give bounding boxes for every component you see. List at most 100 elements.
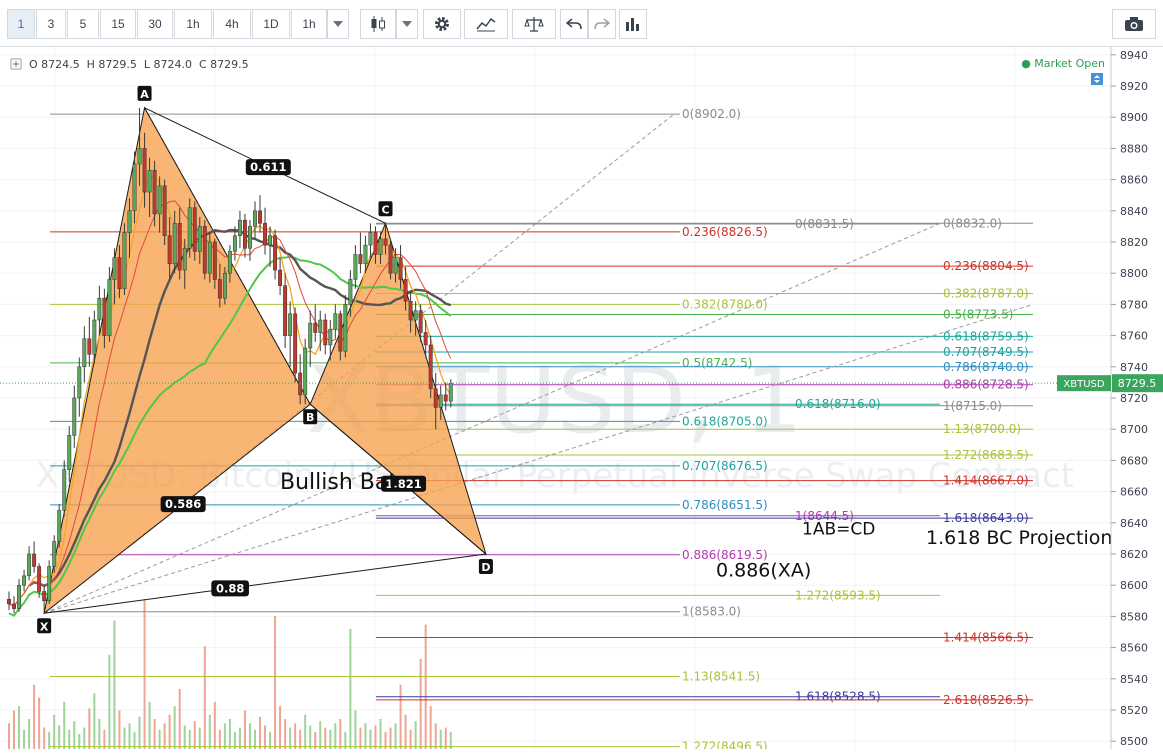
candle-body [343, 304, 348, 352]
candle-body [443, 394, 448, 402]
candle-body [32, 553, 37, 567]
legend-toggle-icon[interactable] [10, 58, 22, 70]
candle-body [202, 226, 207, 274]
candle-body [243, 219, 247, 249]
axis-tick-label: 8600 [1120, 579, 1148, 592]
candle-body [197, 226, 202, 252]
indicators-button[interactable] [464, 9, 508, 39]
volume-bar [444, 727, 447, 749]
fib-xa-level-label: 0.236(8826.5) [682, 225, 768, 239]
axis-tick-label: 8880 [1120, 142, 1148, 155]
candle-body [227, 251, 232, 274]
volume-bar [53, 714, 56, 749]
volume-bar [354, 710, 357, 749]
annotation-text: 1AB=CD [802, 519, 875, 539]
volume-bar [88, 708, 91, 749]
chart-type-button[interactable] [360, 9, 396, 39]
volume-bar [279, 706, 282, 749]
volume-bar [349, 629, 352, 749]
interval-1[interactable]: 1 [7, 9, 35, 39]
volume-bar [243, 710, 246, 749]
axis-tick-label: 8660 [1120, 486, 1148, 499]
volume-bar [389, 727, 392, 749]
volume-bar [339, 719, 342, 749]
volume-bar [73, 721, 76, 749]
candle-body [328, 329, 333, 346]
volume-bar [58, 725, 61, 749]
pattern-point-a: A [137, 85, 152, 101]
snapshot-button[interactable] [1112, 9, 1156, 39]
volume-bar [218, 729, 221, 749]
interval-1d[interactable]: 1D [252, 9, 290, 39]
bars-button[interactable] [619, 9, 647, 39]
axis-tick-label: 8500 [1120, 735, 1148, 748]
candle-body [192, 207, 197, 252]
pattern-point-c: C [378, 201, 393, 217]
ratio-badge-label: 0.586 [165, 497, 201, 511]
interval-1h[interactable]: 1h [174, 9, 212, 39]
volume-bar [284, 719, 287, 749]
candle-body [237, 219, 242, 237]
fib-xa-level-label: 0.618(8705.0) [682, 414, 768, 428]
pattern-point-x: X [37, 618, 52, 634]
bar-chart-icon [626, 18, 639, 31]
fib-xa-level-label: 1.13(8541.5) [682, 669, 760, 683]
axis-tick-label: 8620 [1120, 548, 1148, 561]
candle-body [318, 319, 323, 333]
interval-4h[interactable]: 4h [213, 9, 251, 39]
candle-body [47, 566, 52, 602]
redo-button[interactable] [588, 9, 616, 39]
axis-tick-label: 8940 [1120, 49, 1148, 62]
top-toolbar: 1 3 5 15 30 1h 4h 1D 1h [0, 0, 1163, 47]
interval-5[interactable]: 5 [67, 9, 99, 39]
candle-body [92, 319, 97, 355]
candle-body [172, 223, 177, 265]
interval-15[interactable]: 15 [100, 9, 136, 39]
candle-body [263, 223, 267, 246]
volume-bar [98, 719, 101, 749]
candle-body [268, 235, 273, 246]
candle-body [157, 185, 162, 215]
candle-body [428, 344, 433, 389]
volume-bar [253, 729, 256, 749]
candle-body [403, 279, 408, 302]
candle-body [232, 235, 237, 252]
candle-body [147, 169, 152, 193]
fib-ext-level-label: 0.886(8728.5) [943, 378, 1029, 392]
pattern-xd-line [44, 553, 486, 614]
volume-bar [369, 729, 372, 749]
candle-body [57, 510, 62, 542]
settings-button[interactable] [423, 9, 461, 39]
chart-type-dropdown[interactable] [396, 9, 418, 39]
interval-custom[interactable]: 1h [291, 9, 327, 39]
volume-bar [228, 719, 231, 749]
pattern-point-label: C [381, 203, 389, 216]
scale-toggle-icon[interactable] [1091, 73, 1103, 85]
candle-body [62, 469, 67, 511]
chart-area[interactable]: XBTUSD, 1 XBTUSD: Bitcoin / US Dollar Pe… [0, 47, 1163, 753]
volume-bar [334, 723, 337, 749]
interval-30[interactable]: 30 [137, 9, 173, 39]
volume-bar [424, 624, 427, 749]
fib-xa-level-label: 0.786(8651.5) [682, 498, 768, 512]
undo-button[interactable] [560, 9, 588, 39]
axis-tick-label: 8820 [1120, 236, 1148, 249]
volume-bar [374, 725, 377, 749]
volume-bar [103, 729, 106, 749]
interval-dropdown[interactable] [327, 9, 349, 39]
volume-bar [434, 723, 437, 749]
undo-icon [566, 18, 582, 30]
axis-tick-label: 8800 [1120, 267, 1148, 280]
volume-bar [404, 714, 407, 749]
price-chart[interactable]: XBTUSD, 1 XBTUSD: Bitcoin / US Dollar Pe… [0, 47, 1163, 753]
volume-bar [188, 729, 191, 749]
axis-tick-label: 8860 [1120, 174, 1148, 187]
candle-body [187, 207, 192, 249]
candle-body [303, 347, 308, 396]
price-tag-text: 8729.5 [1118, 377, 1157, 390]
compare-button[interactable] [512, 9, 556, 39]
annotation-text: Bullish Bat [280, 470, 397, 495]
interval-3[interactable]: 3 [36, 9, 66, 39]
candle-body [313, 322, 318, 333]
volume-bar [143, 599, 146, 749]
